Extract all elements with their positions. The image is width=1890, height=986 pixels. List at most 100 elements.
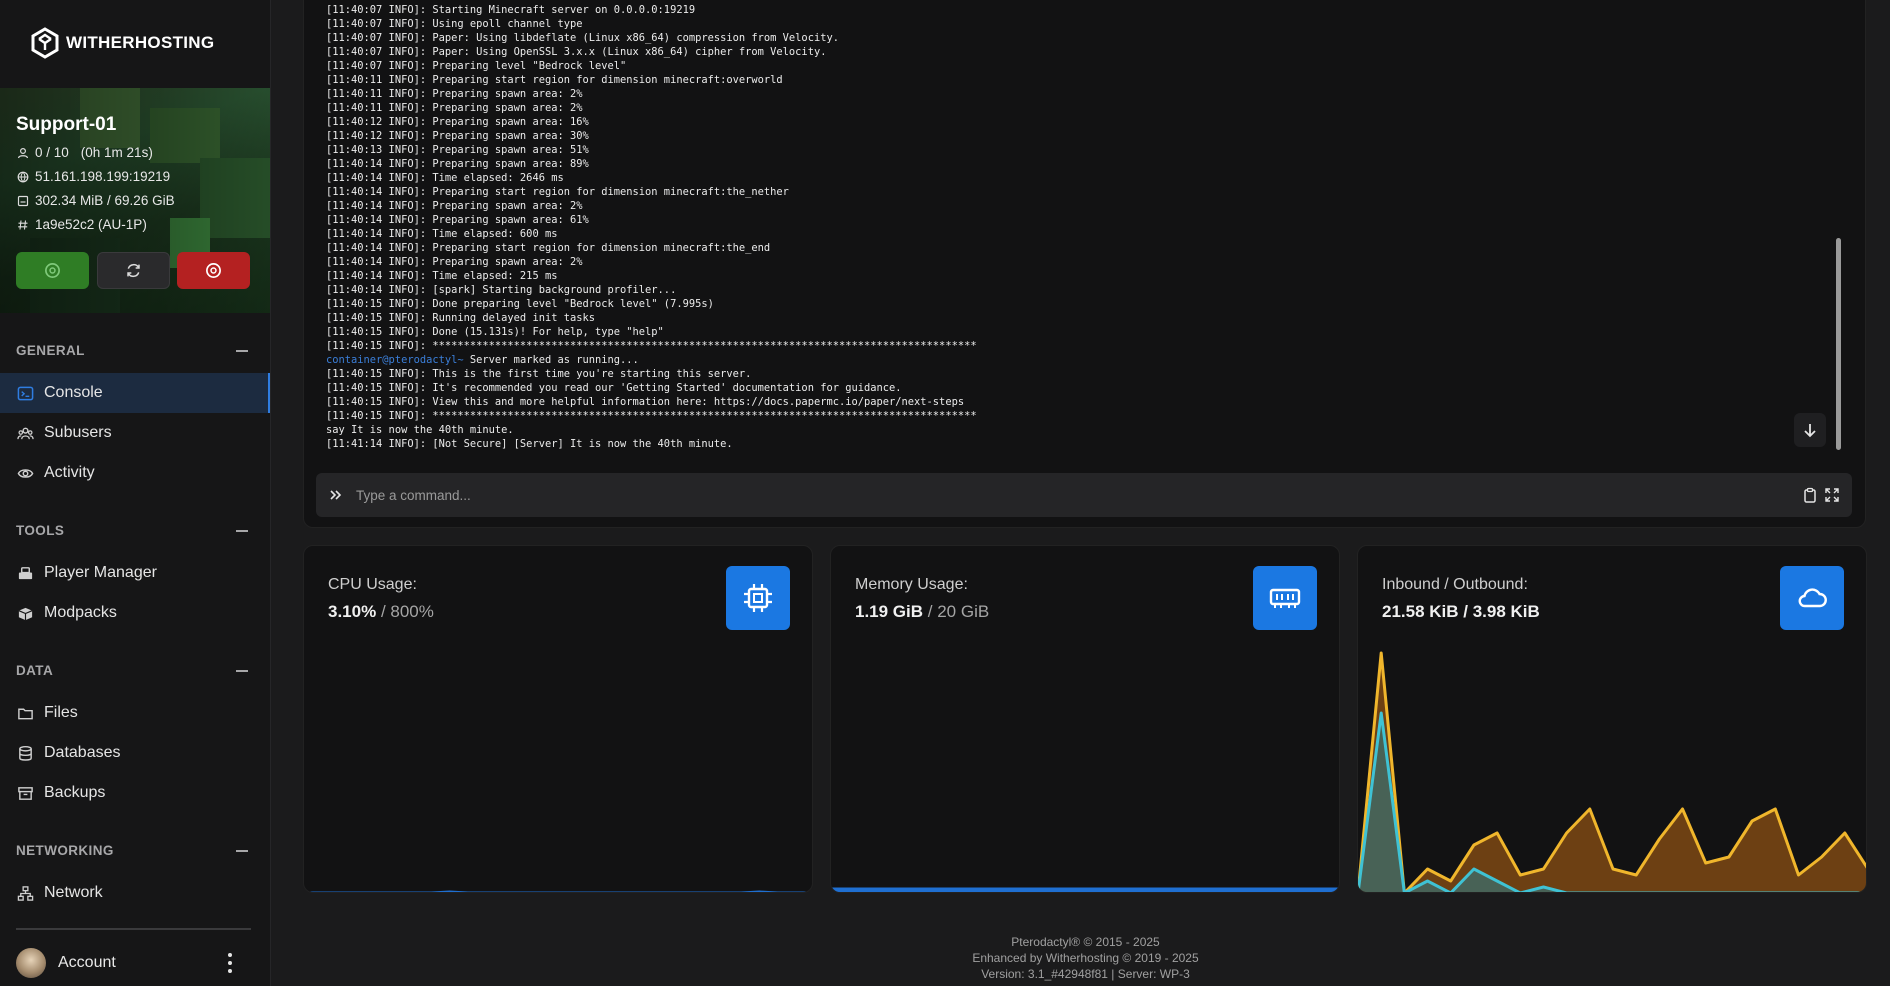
console-line: [11:40:11 INFO]: Preparing start region … bbox=[326, 74, 783, 86]
expand-icon[interactable] bbox=[1824, 487, 1840, 503]
sidebar-item-console[interactable]: Console bbox=[0, 373, 270, 413]
console-line: [11:40:12 INFO]: Preparing spawn area: 3… bbox=[326, 130, 589, 142]
collapse-data-icon[interactable] bbox=[236, 670, 248, 672]
server-players-row: 0 / 10 (0h 1m 21s) bbox=[17, 145, 153, 160]
sidebar-item-activity[interactable]: Activity bbox=[0, 453, 270, 493]
brand-logo[interactable]: WITHERHOSTING bbox=[30, 26, 214, 60]
sidebar-item-label: Console bbox=[44, 384, 103, 401]
sidebar-item-databases[interactable]: Databases bbox=[0, 733, 270, 773]
sidebar-item-label: Backups bbox=[44, 784, 106, 801]
server-uptime: (0h 1m 21s) bbox=[80, 145, 153, 160]
account-label: Account bbox=[58, 954, 116, 971]
sidebar-item-label: Files bbox=[44, 704, 78, 721]
account-menu[interactable]: Account bbox=[16, 948, 256, 978]
kebab-menu-icon[interactable] bbox=[226, 953, 234, 973]
sidebar-item-modpacks[interactable]: Modpacks bbox=[0, 593, 270, 633]
server-name: Support-01 bbox=[16, 114, 117, 135]
player-manager-icon bbox=[18, 566, 33, 579]
hash-icon bbox=[18, 219, 28, 230]
restart-button[interactable] bbox=[97, 252, 170, 289]
console-scrollbar[interactable] bbox=[1836, 238, 1841, 450]
cpu-card: CPU Usage: 3.10% / 800% bbox=[303, 545, 813, 893]
collapse-general-icon[interactable] bbox=[236, 350, 248, 352]
eye-icon bbox=[17, 468, 34, 478]
section-title-general: GENERAL bbox=[16, 343, 85, 358]
cpu-limit: / 800% bbox=[380, 602, 434, 621]
console-line: [11:40:14 INFO]: Preparing spawn area: 2… bbox=[326, 200, 583, 212]
sidebar-item-label: Activity bbox=[44, 464, 95, 481]
memory-value: 1.19 GiB bbox=[855, 602, 924, 621]
command-input[interactable] bbox=[356, 473, 1746, 517]
footer-version: Version: 3.1_#42948f81 | Server: WP-3 bbox=[981, 967, 1190, 981]
scroll-to-bottom-button[interactable] bbox=[1794, 413, 1826, 447]
stop-button[interactable] bbox=[177, 252, 250, 289]
collapse-tools-icon[interactable] bbox=[236, 530, 248, 532]
sidebar-item-label: Modpacks bbox=[44, 604, 117, 621]
chevrons-right-icon bbox=[330, 490, 342, 500]
console-line: [11:40:14 INFO]: Preparing spawn area: 8… bbox=[326, 158, 589, 170]
console-line: [11:40:07 INFO]: Preparing level "Bedroc… bbox=[326, 60, 627, 72]
clipboard-icon[interactable] bbox=[1802, 487, 1818, 503]
console-line: [11:40:13 INFO]: Preparing spawn area: 5… bbox=[326, 144, 589, 156]
server-usage: 302.34 MiB / 69.26 GiB bbox=[35, 193, 175, 208]
console-line: [11:40:15 INFO]: Done (15.131s)! For hel… bbox=[326, 326, 664, 338]
cpu-value: 3.10% bbox=[328, 602, 377, 621]
console-line: [11:40:14 INFO]: [spark] Starting backgr… bbox=[326, 284, 677, 296]
sidebar-divider bbox=[16, 928, 251, 930]
console-line: [11:40:15 INFO]: View this and more help… bbox=[326, 396, 965, 408]
console-line: [11:40:14 INFO]: Preparing start region … bbox=[326, 186, 789, 198]
sidebar-item-files[interactable]: Files bbox=[0, 693, 270, 733]
cpu-series-line bbox=[304, 890, 812, 892]
cpu-icon bbox=[744, 584, 772, 612]
command-bar bbox=[316, 473, 1852, 517]
terminal-icon bbox=[17, 386, 34, 400]
console-line: say It is now the 40th minute. bbox=[326, 424, 514, 436]
modpacks-icon bbox=[18, 607, 33, 620]
memory-value-row: 1.19 GiB / 20 GiB bbox=[855, 602, 989, 622]
sidebar-item-subusers[interactable]: Subusers bbox=[0, 413, 270, 453]
server-id: 1a9e52c2 (AU-1P) bbox=[35, 217, 147, 232]
user-icon bbox=[17, 147, 29, 158]
sidebar: WITHERHOSTING Support-01 0 / 10 (0h 1m 2… bbox=[0, 0, 271, 986]
console-line: [11:40:11 INFO]: Preparing spawn area: 2… bbox=[326, 88, 583, 100]
console-line: [11:40:11 INFO]: Preparing spawn area: 2… bbox=[326, 102, 583, 114]
server-id-row: 1a9e52c2 (AU-1P) bbox=[17, 217, 147, 232]
console-output: [11:40:07 INFO]: Starting Minecraft serv… bbox=[326, 3, 1826, 451]
archive-icon bbox=[18, 786, 33, 800]
sidebar-item-network[interactable]: Network bbox=[0, 873, 270, 913]
console-line: [11:40:07 INFO]: Starting Minecraft serv… bbox=[326, 4, 696, 16]
start-icon bbox=[45, 263, 60, 278]
console-line: [11:40:14 INFO]: Time elapsed: 215 ms bbox=[326, 270, 558, 282]
console-line: [11:40:15 INFO]: ***********************… bbox=[326, 340, 977, 352]
footer-copyright: Pterodactyl® © 2015 - 2025 bbox=[1011, 935, 1160, 949]
console-line: [11:41:14 INFO]: [Not Secure] [Server] I… bbox=[326, 438, 733, 450]
start-button[interactable] bbox=[16, 252, 89, 289]
globe-icon bbox=[17, 171, 29, 183]
network-value: 21.58 KiB / 3.98 KiB bbox=[1382, 602, 1540, 621]
console-prompt: container@pterodactyl~ bbox=[326, 354, 464, 366]
memory-icon-box bbox=[1253, 566, 1317, 630]
sidebar-item-backups[interactable]: Backups bbox=[0, 773, 270, 813]
cpu-value-row: 3.10% / 800% bbox=[328, 602, 434, 622]
footer-enhanced: Enhanced by Witherhosting © 2019 - 2025 bbox=[972, 951, 1199, 965]
console-line: [11:40:14 INFO]: Time elapsed: 2646 ms bbox=[326, 172, 564, 184]
users-icon bbox=[17, 427, 34, 439]
server-address[interactable]: 51.161.198.199:19219 bbox=[35, 169, 170, 184]
witherhosting-logo-icon bbox=[31, 27, 59, 59]
collapse-networking-icon[interactable] bbox=[236, 850, 248, 852]
console-line: [11:40:14 INFO]: Time elapsed: 600 ms bbox=[326, 228, 558, 240]
memory-card: Memory Usage: 1.19 GiB / 20 GiB bbox=[830, 545, 1340, 893]
console-line: [11:40:15 INFO]: ***********************… bbox=[326, 410, 977, 422]
stop-icon bbox=[206, 263, 221, 278]
server-banner: Support-01 0 / 10 (0h 1m 21s) 51.161.198… bbox=[0, 88, 270, 313]
console-line: [11:40:07 INFO]: Paper: Using OpenSSL 3.… bbox=[326, 46, 827, 58]
server-players: 0 / 10 bbox=[35, 145, 69, 160]
restart-icon bbox=[127, 263, 140, 278]
console-line: [11:40:07 INFO]: Paper: Using libdeflate… bbox=[326, 32, 839, 44]
cpu-series-area bbox=[304, 892, 813, 893]
database-icon bbox=[19, 745, 32, 761]
sidebar-item-player-manager[interactable]: Player Manager bbox=[0, 553, 270, 593]
cpu-icon-box bbox=[726, 566, 790, 630]
sidebar-item-label: Subusers bbox=[44, 424, 112, 441]
console-line: [11:40:15 INFO]: This is the first time … bbox=[326, 368, 752, 380]
